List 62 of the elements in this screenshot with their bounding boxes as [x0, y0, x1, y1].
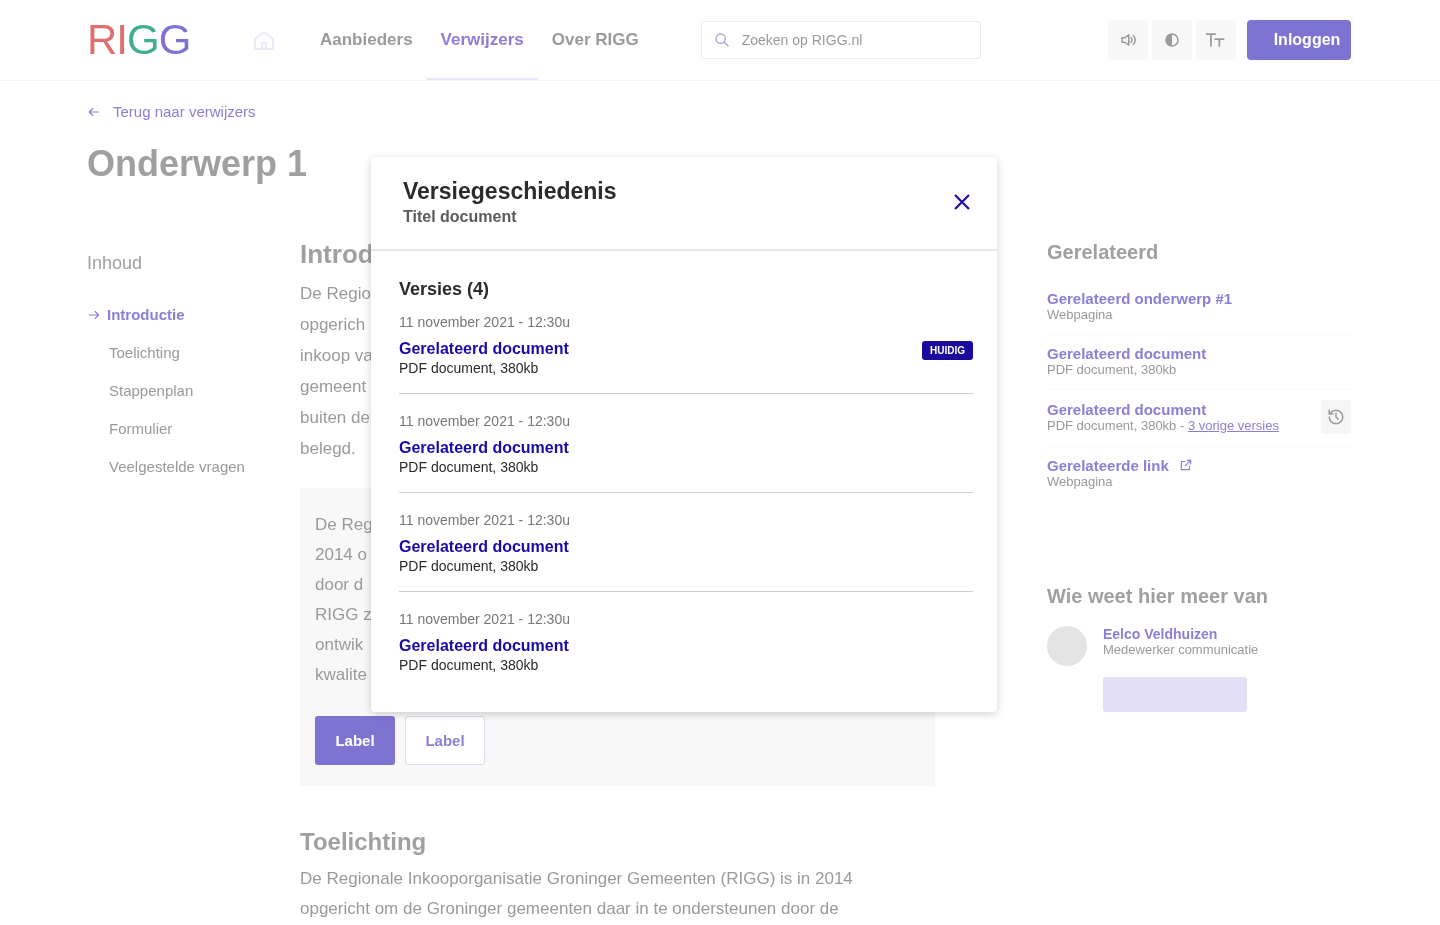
contact-role: Medewerker communicatie: [1103, 641, 1260, 657]
section-heading: Toelichting: [300, 827, 428, 856]
related-meta: Webpagina: [1047, 306, 1114, 322]
modal-subtitle: Titel document: [403, 208, 518, 226]
contact-name: Eelco Veldhuizen: [1103, 625, 1219, 642]
page-title: Onderwerp 1: [87, 142, 309, 185]
section-heading: Introd: [300, 238, 375, 270]
contrast-icon: [1163, 31, 1181, 49]
sidebar-item[interactable]: Stappenplan: [87, 371, 300, 410]
text-size-icon: [1205, 31, 1227, 49]
document-link[interactable]: Gerelateerd document: [399, 340, 570, 358]
contact-button[interactable]: [1103, 676, 1247, 712]
back-link[interactable]: Terug naar verwijzers: [87, 103, 256, 120]
speaker-button[interactable]: [1108, 20, 1148, 60]
document-link[interactable]: Gerelateerd document: [399, 538, 570, 556]
paragraph: De Regio opgerich inkoop va gemeent buiten de belegd.: [300, 282, 371, 460]
close-icon: [953, 193, 971, 211]
sidebar-item[interactable]: Veelgestelde vragen: [87, 447, 300, 486]
version-date: 11 november 2021 - 12:30u: [399, 314, 570, 330]
text-size-button[interactable]: [1196, 20, 1236, 60]
external-link-icon: [1178, 458, 1193, 472]
document-meta: PDF document, 380kb: [399, 558, 540, 574]
current-badge: HUIDIG: [922, 341, 973, 360]
related-link[interactable]: Gerelateerd document: [1047, 400, 1279, 418]
document-meta: PDF document, 380kb: [399, 459, 540, 475]
sidebar-heading: Inhoud: [87, 252, 144, 274]
version-date: 11 november 2021 - 12:30u: [399, 611, 570, 627]
label-button[interactable]: Label: [405, 715, 485, 765]
history-icon: [1327, 407, 1345, 426]
nav-link[interactable]: Verwijzers: [426, 0, 538, 80]
document-meta: PDF document, 380kb: [399, 657, 540, 673]
search-icon: [713, 32, 730, 48]
label-button[interactable]: Label: [315, 715, 395, 765]
contrast-button[interactable]: [1152, 20, 1192, 60]
history-button[interactable]: [1321, 399, 1351, 434]
related-link[interactable]: Gerelateerd document: [1047, 344, 1207, 362]
related-link[interactable]: Gerelateerde link: [1047, 456, 1193, 474]
sidebar-item[interactable]: Introductie: [87, 295, 300, 334]
login-button[interactable]: Inloggen: [1247, 20, 1351, 60]
version-date: 11 november 2021 - 12:30u: [399, 512, 570, 528]
versions-link[interactable]: 3 vorige versies: [1187, 417, 1279, 433]
related-meta: PDF document, 380kb: [1047, 361, 1178, 377]
related-meta: Webpagina: [1047, 473, 1114, 489]
contact-heading: Wie weet hier meer van: [1047, 584, 1270, 608]
sidebar-item[interactable]: Toelichting: [87, 333, 300, 372]
nav-link[interactable]: Aanbieders: [306, 0, 427, 80]
paragraph: De Regionale Inkooporganisatie Groninger Gemeenten (RIGG) is in 2014 opgericht om de Groninger gemeenten daar in te ondersteunen door de: [300, 867, 854, 920]
avatar: [1047, 625, 1087, 666]
search-field[interactable]: Zoeken op RIGG.nl: [700, 21, 981, 59]
modal-title: Versiegeschiedenis: [403, 178, 617, 205]
version-date: 11 november 2021 - 12:30u: [399, 413, 570, 429]
logo[interactable]: RIGG: [87, 16, 187, 64]
speaker-icon: [1119, 31, 1137, 49]
related-heading: Gerelateerd: [1047, 240, 1160, 264]
document-link[interactable]: Gerelateerd document: [399, 439, 570, 457]
document-meta: PDF document, 380kb: [399, 360, 540, 376]
nav-link[interactable]: Over RIGG: [537, 0, 653, 80]
related-link[interactable]: Gerelateerd onderwerp #1: [1047, 289, 1233, 307]
versions-heading: Versies (4): [399, 279, 491, 300]
sidebar-item[interactable]: Formulier: [87, 409, 300, 448]
related-meta: PDF document, 380kb - 3 vorige versies: [1047, 417, 1279, 433]
document-link[interactable]: Gerelateerd document: [399, 637, 570, 655]
